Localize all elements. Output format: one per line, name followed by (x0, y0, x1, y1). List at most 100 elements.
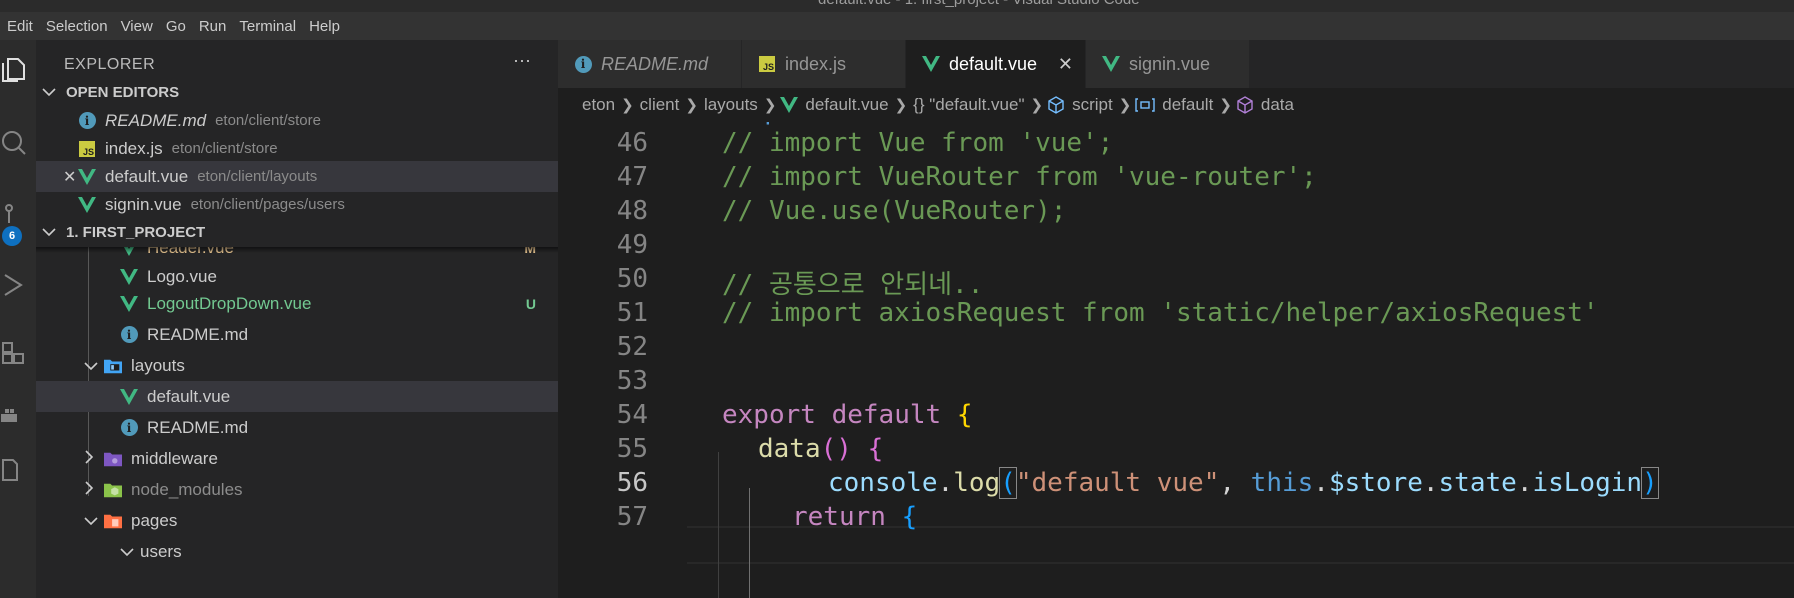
line-number: 49 (616, 230, 648, 260)
tree-item-folder[interactable]: node_modules (36, 474, 558, 505)
code-line: data() { (758, 434, 884, 464)
open-editors-header[interactable]: OPEN EDITORS (36, 77, 558, 107)
info-icon: i (78, 112, 96, 130)
project-folder-header[interactable]: 1. FIRST_PROJECT (36, 217, 558, 247)
run-debug-icon (4, 274, 23, 296)
breadcrumb-item[interactable]: script (1070, 95, 1115, 115)
vue-icon (120, 268, 138, 286)
close-editor-icon[interactable]: ✕ (63, 167, 76, 187)
files-icon (2, 58, 25, 82)
line-number: 53 (616, 366, 648, 396)
tree-item-folder[interactable]: middleware (36, 443, 558, 474)
node-modules-folder-icon (104, 481, 122, 499)
chevron-right-icon: ❯ (1118, 97, 1132, 114)
breadcrumb-item[interactable]: eton (580, 95, 617, 115)
scm-count-badge: 6 (2, 226, 22, 246)
tab-signin-vue[interactable]: signin.vue (1086, 40, 1250, 88)
open-editor-path: eton/client/store (215, 112, 321, 129)
window-title: default.vue - 1. first_project - Visual … (818, 0, 1140, 8)
extensions-activity-button[interactable] (0, 336, 28, 370)
code-line: // import VueRouter from 'vue-router'; (722, 162, 1317, 192)
tree-item-file[interactable]: LogoutDropDown.vue U (36, 288, 558, 319)
docker-icon (1, 409, 17, 422)
js-icon: JS (758, 55, 776, 73)
open-editor-item-active[interactable]: ✕ default.vue eton/client/layouts (36, 161, 558, 192)
explorer-sidebar: EXPLORER ··· OPEN EDITORS i README.md et… (36, 40, 558, 598)
line-number: 50 (616, 264, 648, 294)
menu-run[interactable]: Run (192, 18, 233, 35)
open-editor-path: eton/client/pages/users (190, 196, 345, 213)
code-editor[interactable]: 45 46 47 48 49 50 51 52 53 54 55 56 57 <… (558, 122, 1794, 598)
breadcrumb-item[interactable]: default (1160, 95, 1215, 115)
chevron-down-icon (84, 358, 98, 374)
menu-go[interactable]: Go (159, 18, 192, 35)
code-line: export default { (722, 400, 973, 430)
open-editor-filename: default.vue (105, 166, 189, 186)
explorer-activity-button[interactable] (0, 54, 28, 88)
tab-default-vue[interactable]: default.vue ✕ (906, 40, 1086, 88)
tree-item-label: README.md (147, 324, 249, 344)
breadcrumb-item[interactable]: {} "default.vue" (911, 95, 1026, 115)
js-icon: JS (78, 140, 96, 158)
menu-edit[interactable]: Edit (0, 18, 39, 35)
explorer-title: EXPLORER (64, 56, 156, 73)
line-number: 57 (616, 502, 648, 532)
breadcrumb-item[interactable]: layouts (702, 95, 760, 115)
open-editor-item[interactable]: JS index.js eton/client/store (36, 133, 558, 164)
open-editor-filename: index.js (105, 138, 163, 158)
chevron-down-icon (120, 544, 134, 560)
close-tab-icon[interactable]: ✕ (1058, 54, 1073, 75)
tree-item-label: default.vue (147, 386, 231, 406)
chevron-down-icon (42, 224, 58, 241)
breadcrumb-item[interactable]: default.vue (803, 95, 890, 115)
tab-readme[interactable]: i README.md (558, 40, 742, 88)
open-editor-path: eton/client/store (171, 140, 278, 157)
tab-index-js[interactable]: JS index.js (742, 40, 906, 88)
chevron-right-icon: ❯ (894, 97, 908, 114)
tree-item-file-selected[interactable]: default.vue (36, 381, 558, 412)
line-number: 45 (558, 122, 648, 126)
more-actions-icon[interactable]: ··· (508, 51, 536, 76)
line-number: 48 (616, 196, 648, 226)
layout-folder-icon (104, 357, 122, 375)
search-icon (2, 131, 26, 155)
search-activity-button[interactable] (0, 126, 28, 160)
variable-icon (1135, 97, 1155, 113)
pages-folder-icon (104, 512, 122, 530)
docker-activity-button[interactable] (0, 398, 28, 432)
breadcrumb-item[interactable]: data (1259, 95, 1296, 115)
menu-help[interactable]: Help (302, 18, 346, 35)
menu-view[interactable]: View (114, 18, 159, 35)
tree-item-folder[interactable]: layouts (36, 350, 558, 381)
info-icon: i (574, 55, 592, 73)
tree-item-folder[interactable]: users (36, 536, 558, 567)
menu-selection[interactable]: Selection (39, 18, 114, 35)
project-folder-title: 1. FIRST_PROJECT (66, 223, 206, 241)
menu-terminal[interactable]: Terminal (232, 18, 302, 35)
extensions-icon (2, 342, 24, 364)
info-icon: i (120, 419, 138, 437)
line-number: 51 (616, 298, 648, 328)
tree-item-label: layouts (131, 355, 185, 375)
tree-item-file[interactable]: i README.md (36, 319, 558, 350)
tab-label: index.js (785, 53, 847, 74)
chevron-down-icon (84, 513, 98, 529)
chevron-right-icon (84, 481, 98, 498)
open-editor-path: eton/client/layouts (197, 168, 318, 185)
open-editor-item[interactable]: signin.vue eton/client/pages/users (36, 189, 558, 220)
breadcrumb-item[interactable]: client (638, 95, 682, 115)
title-bar: default.vue - 1. first_project - Visual … (0, 0, 1794, 12)
tree-item-label: middleware (131, 448, 218, 468)
run-activity-button[interactable] (0, 268, 28, 302)
tree-item-folder[interactable]: pages (36, 505, 558, 536)
tree-item-label: Logo.vue (147, 266, 217, 286)
line-number: 47 (616, 162, 648, 192)
method-icon (1236, 96, 1254, 114)
open-editor-item[interactable]: i README.md eton/client/store (36, 105, 558, 136)
remote-explorer-activity-button[interactable] (0, 452, 28, 486)
info-icon: i (120, 326, 138, 344)
menu-bar: Edit Selection View Go Run Terminal Help (0, 12, 1794, 40)
code-line: // import Vue from 'vue'; (722, 128, 1114, 158)
chevron-down-icon (42, 84, 58, 101)
tree-item-file[interactable]: i README.md (36, 412, 558, 443)
